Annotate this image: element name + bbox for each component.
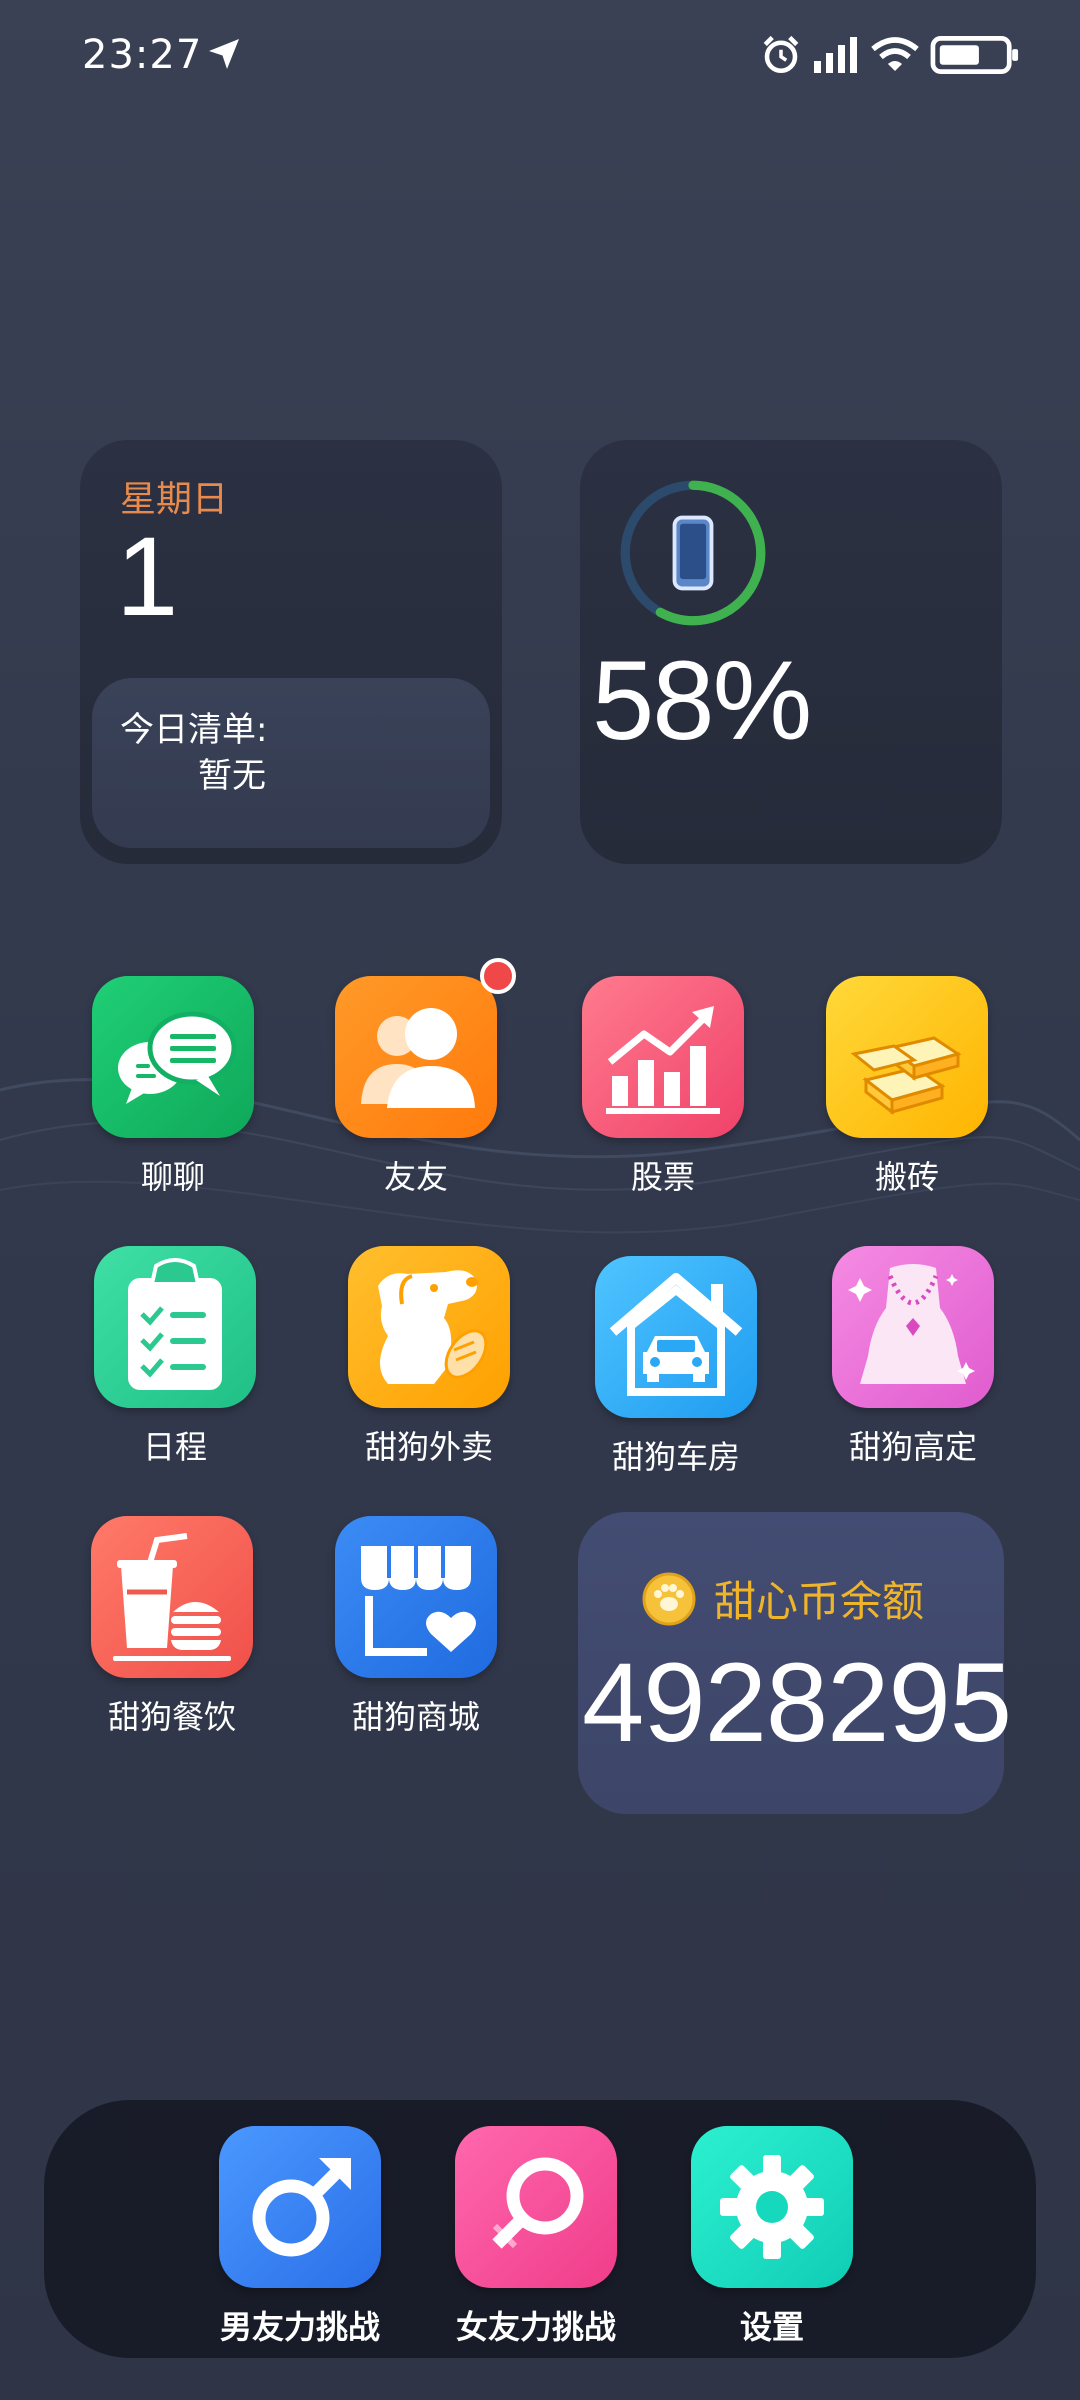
- phone-icon: [672, 515, 714, 591]
- location-arrow-icon: [209, 39, 239, 69]
- contacts-icon: [335, 976, 497, 1138]
- app-dog-dining[interactable]: 甜狗餐饮: [72, 1516, 272, 1738]
- clipboard-checklist-icon: [94, 1246, 256, 1408]
- app-friends[interactable]: 友友: [316, 976, 516, 1198]
- alarm-icon: [763, 35, 799, 74]
- paw-coin-icon: [642, 1572, 696, 1625]
- todo-title: 今日清单:: [120, 710, 268, 750]
- app-girlfriend-challenge[interactable]: 女友力挑战: [436, 2126, 636, 2348]
- battery-percent: 58%: [592, 638, 812, 763]
- dock: 男友力挑战 女友力挑战 设置: [44, 2100, 1036, 2358]
- dog-food-icon: [348, 1246, 510, 1408]
- app-label: 搬砖: [874, 1158, 939, 1196]
- app-stocks[interactable]: 股票: [563, 976, 763, 1198]
- app-label: 股票: [630, 1158, 695, 1196]
- battery-ring: [620, 480, 766, 626]
- battery-widget[interactable]: 58%: [580, 440, 1002, 860]
- store-heart-icon: [335, 1516, 497, 1678]
- drink-burger-icon: [91, 1516, 253, 1678]
- app-label: 甜狗外卖: [364, 1428, 493, 1466]
- female-symbol-icon: [455, 2126, 617, 2288]
- coin-balance-card[interactable]: 甜心币余额 4928295: [578, 1512, 1012, 1814]
- app-label: 甜狗餐饮: [107, 1698, 236, 1736]
- app-boyfriend-challenge[interactable]: 男友力挑战: [200, 2126, 400, 2348]
- coin-title-row: 甜心币余额: [642, 1568, 924, 1629]
- app-work[interactable]: 搬砖: [807, 976, 1007, 1198]
- status-icons: [760, 30, 1020, 80]
- necklace-icon: [832, 1246, 994, 1408]
- app-label: 友友: [383, 1158, 448, 1196]
- status-time: 23:27: [82, 32, 203, 78]
- todo-value: 暂无: [198, 756, 266, 796]
- app-label: 男友力挑战: [219, 2308, 380, 2346]
- app-dog-car-house[interactable]: 甜狗车房: [576, 1256, 776, 1478]
- app-label: 聊聊: [140, 1158, 205, 1196]
- coin-title: 甜心币余额: [714, 1577, 925, 1626]
- day-number: 1: [116, 514, 179, 639]
- coin-balance-value: 4928295: [582, 1640, 1012, 1765]
- app-label: 女友力挑战: [455, 2308, 616, 2346]
- app-label: 日程: [142, 1428, 207, 1466]
- app-dog-couture[interactable]: 甜狗高定: [813, 1246, 1013, 1468]
- app-label: 设置: [739, 2308, 804, 2346]
- stock-chart-icon: [582, 976, 744, 1138]
- app-chat[interactable]: 聊聊: [73, 976, 273, 1198]
- date-widget[interactable]: 星期日 1 今日清单: 暂无: [80, 440, 502, 860]
- app-dog-delivery[interactable]: 甜狗外卖: [329, 1246, 529, 1468]
- app-dog-mall[interactable]: 甜狗商城: [316, 1516, 516, 1738]
- male-symbol-icon: [219, 2126, 381, 2288]
- app-label: 甜狗高定: [848, 1428, 977, 1466]
- app-settings[interactable]: 设置: [672, 2126, 872, 2348]
- notification-badge: [480, 958, 516, 994]
- app-schedule[interactable]: 日程: [75, 1246, 275, 1468]
- app-label: 甜狗商城: [351, 1698, 480, 1736]
- house-car-icon: [595, 1256, 757, 1418]
- gear-icon: [691, 2126, 853, 2288]
- app-label: 甜狗车房: [611, 1438, 740, 1476]
- gold-bars-icon: [826, 976, 988, 1138]
- signal-icon: [814, 37, 857, 73]
- battery-icon: [930, 36, 1019, 74]
- wifi-icon: [871, 37, 919, 71]
- status-bar: 23:27: [0, 0, 1080, 110]
- chat-bubbles-icon: [92, 976, 254, 1138]
- todo-panel[interactable]: 今日清单: 暂无: [92, 678, 490, 848]
